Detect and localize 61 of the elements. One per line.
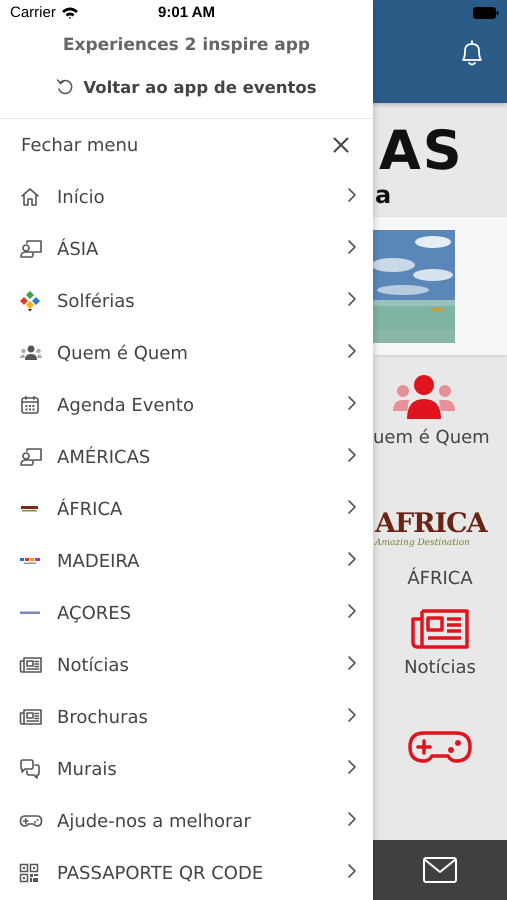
chevron-icon [347,655,357,671]
chevron-icon [347,447,357,463]
chevron-icon [347,759,357,775]
chevron-icon [347,187,357,203]
chevron-icon [347,499,357,515]
battery-icon [473,7,499,19]
menu-item[interactable]: Agenda Evento [0,379,373,431]
bell-icon[interactable] [459,39,485,67]
chevron-icon [347,603,357,619]
tile-label: uem é Quem [373,427,490,448]
page-subheading: a [374,181,392,209]
chat-icon [19,758,41,780]
menu-item[interactable]: Quem é Quem [0,327,373,379]
tile-label: Notícias [404,657,476,678]
menu-item[interactable]: Notícias [0,639,373,691]
gamepad-icon[interactable] [408,730,472,764]
home-icon [19,186,41,208]
menu-item[interactable]: AÇORES [0,587,373,639]
menu-item[interactable]: Murais [0,743,373,795]
presenter-icon [19,238,43,260]
diamond-logo-icon [19,290,41,312]
menu-item[interactable]: Solférias [0,275,373,327]
clock-time: 9:01 AM [158,4,215,21]
chevron-icon [347,239,357,255]
chevron-icon [347,707,357,723]
photo-card[interactable] [373,217,507,355]
chevron-icon [347,291,357,307]
tile-label: ÁFRICA [407,568,473,589]
wifi-icon [60,6,79,19]
chevron-icon [347,395,357,411]
menu-item[interactable]: Início [0,171,373,223]
chevron-icon [347,811,357,827]
chevron-icon [347,863,357,879]
menu-item[interactable]: AMÉRICAS [0,431,373,483]
chevron-icon [347,343,357,359]
menu-item[interactable]: PASSAPORTE QR CODE [0,847,373,899]
back-to-events-link[interactable]: Voltar ao app de eventos [56,75,317,99]
menu-item[interactable]: MADEIRA [0,535,373,587]
app-title: Experiences 2 inspire app [62,35,312,57]
chevron-icon [347,551,357,567]
mail-icon[interactable] [422,856,458,884]
people-icon[interactable] [393,375,455,421]
menu-item[interactable]: Brochuras [0,691,373,743]
qr-code-icon [19,863,39,883]
calendar-icon [19,394,41,416]
carrier-label: Carrier [10,4,56,21]
close-menu-label: Fechar menu [21,134,138,156]
menu-item[interactable]: ÁFRICA [0,483,373,535]
africa-logo[interactable]: AFRICA Amazing Destination [373,510,507,549]
newspaper-icon [19,655,43,675]
close-icon[interactable] [333,137,349,153]
newspaper-icon[interactable] [411,609,469,649]
undo-icon [56,78,74,96]
presenter-icon [19,446,43,468]
logo-icon [19,505,41,513]
page-heading: AS [378,121,465,181]
gamepad-icon [19,812,43,830]
menu-item[interactable]: Ajude-nos a melhorar [0,795,373,847]
menu-item[interactable]: ÁSIA [0,223,373,275]
newspaper-icon [19,707,43,727]
logo-icon [19,556,41,566]
